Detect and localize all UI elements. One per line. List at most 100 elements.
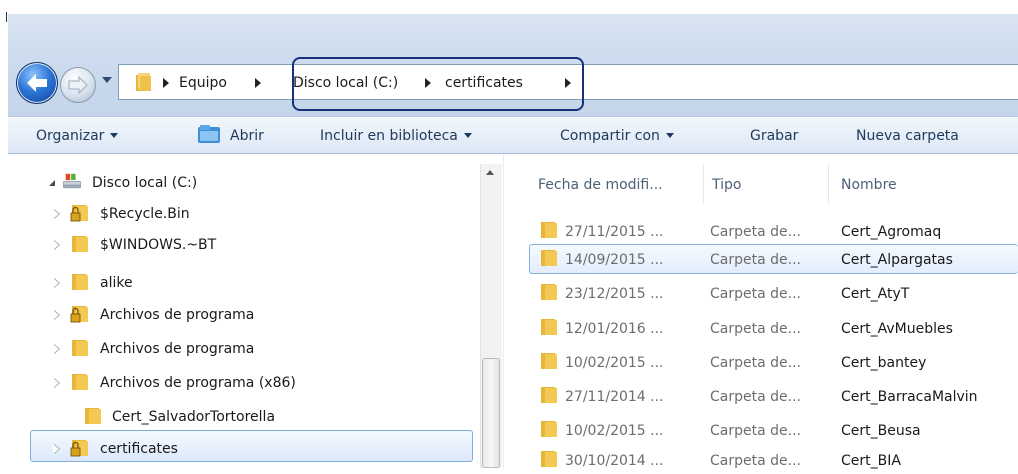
drive-icon <box>63 173 81 189</box>
file-date: 10/02/2015 ... <box>565 355 664 371</box>
locked-folder-icon <box>70 205 88 222</box>
organizar-button[interactable]: Organizar <box>36 127 119 145</box>
breadcrumb-equipo[interactable]: Equipo <box>179 74 227 92</box>
folder-icon <box>72 340 88 356</box>
tree-item-archivos-programa-x86[interactable]: Archivos de programa (x86) <box>40 371 470 395</box>
organizar-label: Organizar <box>36 128 105 144</box>
annotation-highlight-box <box>292 57 584 111</box>
folder-icon <box>541 319 557 335</box>
tree-label: Disco local (C:) <box>92 175 198 191</box>
file-row[interactable]: 12/01/2016 ... Carpeta de... Cert_AvMueb… <box>533 316 1018 342</box>
scroll-up-arrow-icon[interactable] <box>486 170 494 175</box>
tree-label: $Recycle.Bin <box>100 206 190 222</box>
tree-label: $WINDOWS.~BT <box>100 237 217 253</box>
collapsed-arrow-icon[interactable] <box>53 240 60 250</box>
recent-pages-button[interactable] <box>101 74 113 86</box>
file-row[interactable]: 23/12/2015 ... Carpeta de... Cert_AtyT <box>533 281 1018 307</box>
file-row[interactable]: 27/11/2014 ... Carpeta de... Cert_Barrac… <box>533 384 1018 410</box>
nueva-carpeta-button[interactable]: Nueva carpeta <box>856 127 959 145</box>
folder-icon <box>72 374 88 390</box>
column-header-tipo[interactable]: Tipo <box>712 176 741 194</box>
file-name: Cert_Agromaq <box>841 224 942 240</box>
collapsed-arrow-icon[interactable] <box>53 378 60 388</box>
file-name: Cert_Alpargatas <box>841 252 953 268</box>
tree-item-archivos-programa-locked[interactable]: Archivos de programa <box>40 303 470 327</box>
tree-label: certificates <box>100 441 178 457</box>
tree-label: Archivos de programa <box>100 307 255 323</box>
window-frame <box>0 0 8 468</box>
file-name: Cert_AtyT <box>841 286 910 302</box>
file-name: Cert_bantey <box>841 355 927 371</box>
chevron-down-icon <box>665 132 674 138</box>
incluir-biblioteca-button[interactable]: Incluir en biblioteca <box>320 127 472 145</box>
tree-label: alike <box>100 275 133 291</box>
file-type: Carpeta de... <box>710 321 801 337</box>
nueva-carpeta-label: Nueva carpeta <box>856 128 959 144</box>
file-type: Carpeta de... <box>710 423 801 439</box>
file-name: Cert_Beusa <box>841 423 921 439</box>
folder-icon <box>541 387 557 403</box>
tree-item-disco-local[interactable]: Disco local (C:) <box>40 171 470 195</box>
breadcrumb-separator-icon[interactable] <box>255 78 261 88</box>
tree-label: Archivos de programa (x86) <box>100 375 296 391</box>
file-date: 12/01/2016 ... <box>565 321 664 337</box>
tree-item-cert-salvador[interactable]: Cert_SalvadorTortorella <box>40 405 470 429</box>
file-type: Carpeta de... <box>710 355 801 371</box>
folder-icon <box>85 408 101 424</box>
grabar-button[interactable]: Grabar <box>750 127 798 145</box>
file-row[interactable]: 27/11/2015 ... Carpeta de... Cert_Agroma… <box>533 219 1018 245</box>
back-button[interactable] <box>16 62 58 104</box>
collapsed-arrow-icon[interactable] <box>53 444 60 454</box>
column-header-nombre[interactable]: Nombre <box>841 176 897 194</box>
file-type: Carpeta de... <box>710 453 801 469</box>
collapsed-arrow-icon[interactable] <box>53 310 60 320</box>
locked-folder-icon <box>70 440 88 457</box>
column-divider[interactable] <box>828 164 829 204</box>
column-divider[interactable] <box>703 164 704 204</box>
collapsed-arrow-icon[interactable] <box>53 344 60 354</box>
file-name: Cert_BIA <box>841 453 901 469</box>
folder-icon <box>541 421 557 437</box>
chevron-down-icon <box>463 132 472 138</box>
file-name: Cert_BarracaMalvin <box>841 389 978 405</box>
file-row[interactable]: 14/09/2015 ... Carpeta de... Cert_Alparg… <box>533 247 1018 273</box>
folder-icon <box>72 236 88 252</box>
scrollbar-thumb[interactable] <box>482 358 500 468</box>
abrir-button[interactable]: Abrir <box>230 127 264 145</box>
expanded-arrow-icon[interactable] <box>49 180 55 186</box>
file-date: 27/11/2015 ... <box>565 224 664 240</box>
folder-icon <box>72 274 88 290</box>
file-name: Cert_AvMuebles <box>841 321 953 337</box>
file-date: 10/02/2015 ... <box>565 423 664 439</box>
column-header-fecha[interactable]: Fecha de modifi... <box>538 176 663 194</box>
folder-icon <box>541 250 557 266</box>
tree-item-recycle-bin[interactable]: $Recycle.Bin <box>40 202 470 226</box>
tree-label: Archivos de programa <box>100 341 255 357</box>
file-type: Carpeta de... <box>710 286 801 302</box>
chevron-down-icon <box>102 77 112 83</box>
command-toolbar: Organizar Abrir Incluir en biblioteca Co… <box>8 116 1018 154</box>
file-type: Carpeta de... <box>710 252 801 268</box>
tree-item-certificates[interactable]: certificates <box>40 437 470 461</box>
tree-item-windows-bt[interactable]: $WINDOWS.~BT <box>40 233 470 257</box>
file-row[interactable]: 10/02/2015 ... Carpeta de... Cert_bantey <box>533 350 1018 376</box>
file-date: 30/10/2014 ... <box>565 453 664 469</box>
grabar-label: Grabar <box>750 128 799 144</box>
compartir-label: Compartir con <box>560 128 660 144</box>
file-type: Carpeta de... <box>710 224 801 240</box>
file-row[interactable]: 30/10/2014 ... Carpeta de... Cert_BIA <box>533 448 1018 474</box>
folder-icon <box>541 284 557 300</box>
tree-label: Cert_SalvadorTortorella <box>112 409 276 425</box>
forward-arrow-icon <box>68 75 88 95</box>
collapsed-arrow-icon[interactable] <box>53 209 60 219</box>
tree-item-alike[interactable]: alike <box>40 271 470 295</box>
folder-icon <box>136 73 151 91</box>
open-icon <box>198 125 220 143</box>
back-arrow-icon <box>27 74 47 92</box>
breadcrumb-separator-icon[interactable] <box>163 78 169 88</box>
collapsed-arrow-icon[interactable] <box>53 278 60 288</box>
tree-item-archivos-programa[interactable]: Archivos de programa <box>40 337 470 361</box>
forward-button[interactable] <box>60 67 96 103</box>
file-row[interactable]: 10/02/2015 ... Carpeta de... Cert_Beusa <box>533 418 1018 444</box>
compartir-button[interactable]: Compartir con <box>560 127 674 145</box>
